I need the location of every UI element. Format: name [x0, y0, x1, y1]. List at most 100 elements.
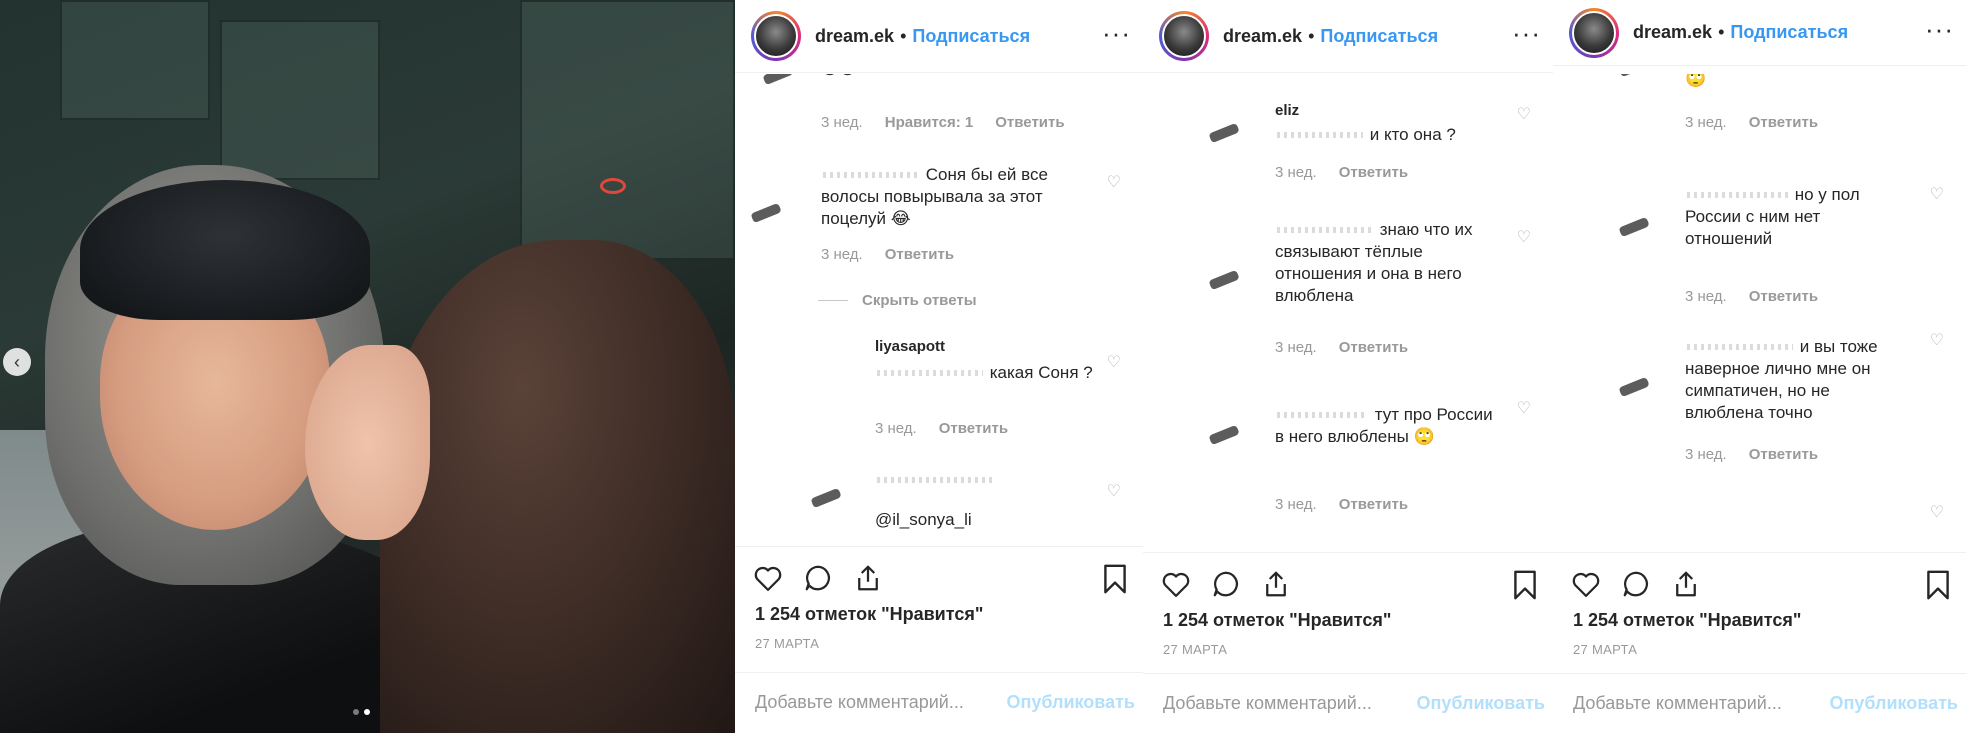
author-avatar[interactable] — [751, 11, 801, 61]
divider — [818, 300, 848, 301]
comment-icon[interactable] — [801, 561, 835, 595]
comment-text: но у пол России с ним нет отношений — [1685, 184, 1895, 250]
small-heart-icon[interactable]: ♡ — [1930, 184, 1944, 204]
header-separator: • — [1308, 25, 1315, 46]
author-avatar[interactable] — [1569, 7, 1619, 58]
comment-text: и кто она ? — [1275, 124, 1456, 146]
comment-text: знаю что их связывают тёплые отношения и… — [1275, 219, 1505, 307]
publish-button[interactable]: Опубликовать — [1829, 693, 1958, 714]
follow-button[interactable]: Подписаться — [912, 26, 1030, 47]
publish-button[interactable]: Опубликовать — [1416, 693, 1545, 714]
heart-icon[interactable] — [1159, 567, 1193, 601]
share-icon[interactable] — [851, 561, 885, 595]
comment-time[interactable]: 3 нед. — [1685, 446, 1727, 463]
commenter-avatar[interactable] — [811, 479, 847, 515]
hide-replies-button[interactable]: Скрыть ответы — [818, 292, 977, 309]
commenter-avatar[interactable] — [1209, 114, 1245, 150]
bookmark-icon[interactable] — [1926, 569, 1950, 601]
neon-sign — [600, 178, 626, 194]
carousel-prev-button[interactable]: ‹ — [3, 348, 31, 376]
carousel-dot-active[interactable] — [364, 709, 370, 715]
carousel-dot[interactable] — [353, 709, 359, 715]
comment-time[interactable]: 3 нед. — [821, 114, 863, 131]
small-heart-icon[interactable]: ♡ — [1107, 352, 1121, 372]
comment-input[interactable]: Добавьте комментарий... — [755, 692, 964, 713]
small-heart-icon[interactable]: ♡ — [1107, 172, 1121, 192]
commenter-avatar[interactable] — [1619, 74, 1655, 84]
reply-button[interactable]: Ответить — [939, 420, 1008, 437]
more-options-icon[interactable]: ··· — [1925, 14, 1954, 45]
reply-button[interactable]: Ответить — [1749, 446, 1818, 463]
share-icon[interactable] — [1669, 567, 1703, 601]
likes-count[interactable]: 1 254 отметок "Нравится" — [755, 604, 983, 625]
comment-input[interactable]: Добавьте комментарий... — [1573, 693, 1782, 714]
background-window — [60, 0, 210, 120]
bookmark-icon[interactable] — [1513, 569, 1537, 601]
publish-button[interactable]: Опубликовать — [1006, 692, 1135, 713]
author-username[interactable]: dream.ek — [815, 26, 894, 47]
commenter-avatar[interactable] — [1209, 261, 1245, 297]
commenter-avatar[interactable] — [1619, 208, 1655, 244]
reply-button[interactable]: Ответить — [1749, 114, 1818, 131]
comment-time[interactable]: 3 нед. — [821, 246, 863, 263]
comments-list: eliz и кто она ? ♡ 3 нед. Ответить знаю … — [1143, 74, 1553, 546]
commenter-avatar[interactable] — [1209, 416, 1245, 452]
comment-text: и вы тоже наверное лично мне он симпатич… — [1685, 336, 1905, 424]
follow-button[interactable]: Подписаться — [1730, 22, 1848, 43]
small-heart-icon[interactable]: ♡ — [1107, 481, 1121, 501]
reply-button[interactable]: Ответить — [885, 246, 954, 263]
more-options-icon[interactable]: ··· — [1102, 18, 1131, 49]
likes-count[interactable]: 1 254 отметок "Нравится" — [1573, 610, 1801, 631]
comment-icon[interactable] — [1209, 567, 1243, 601]
comment-time[interactable]: 3 нед. — [1275, 339, 1317, 356]
comment-meta: 3 нед. Ответить — [1685, 446, 1818, 463]
comment-text: Соня бы ей все волосы повырывала за этот… — [821, 164, 1071, 230]
reply-button[interactable]: Ответить — [1339, 496, 1408, 513]
action-buttons — [751, 561, 885, 595]
reply-button[interactable]: Ответить — [995, 114, 1064, 131]
commenter-avatar[interactable] — [751, 194, 787, 230]
comment-icon[interactable] — [1619, 567, 1653, 601]
comment-input[interactable]: Добавьте комментарий... — [1163, 693, 1372, 714]
redacted-username — [875, 472, 995, 489]
small-heart-icon[interactable]: ♡ — [1930, 502, 1944, 522]
redacted-mention — [1275, 407, 1370, 424]
reply-time[interactable]: 3 нед. — [875, 420, 917, 437]
comment-meta: 3 нед. Ответить — [821, 246, 954, 263]
heart-icon[interactable] — [751, 561, 785, 595]
author-username[interactable]: dream.ek — [1223, 26, 1302, 47]
reply-button[interactable]: Ответить — [1339, 339, 1408, 356]
comment-time[interactable]: 3 нед. — [1685, 288, 1727, 305]
comment-likes[interactable]: Нравится: 1 — [885, 114, 974, 131]
comment-time[interactable]: 3 нед. — [1685, 114, 1727, 131]
reply-mention[interactable]: @il_sonya_li — [875, 509, 972, 531]
likes-count[interactable]: 1 254 отметок "Нравится" — [1163, 610, 1391, 631]
hide-replies-label[interactable]: Скрыть ответы — [862, 292, 977, 309]
small-heart-icon[interactable]: ♡ — [1517, 227, 1531, 247]
bookmark-icon[interactable] — [1103, 563, 1127, 595]
follow-button[interactable]: Подписаться — [1320, 26, 1438, 47]
redacted-username — [821, 167, 921, 184]
commenter-avatar[interactable] — [763, 74, 799, 92]
heart-icon[interactable] — [1569, 567, 1603, 601]
commenter-avatar[interactable] — [1619, 368, 1655, 404]
author-avatar[interactable] — [1159, 11, 1209, 61]
commenter-username[interactable]: eliz — [1275, 100, 1299, 122]
reply-text: какая Соня ? — [875, 362, 1100, 384]
add-comment-bar: Добавьте комментарий... Опубликовать — [1553, 673, 1966, 733]
action-buttons — [1569, 567, 1703, 601]
author-username[interactable]: dream.ek — [1633, 22, 1712, 43]
reply-button[interactable]: Ответить — [1749, 288, 1818, 305]
comment-time[interactable]: 3 нед. — [1275, 496, 1317, 513]
reply-button[interactable]: Ответить — [1339, 164, 1408, 181]
small-heart-icon[interactable]: ♡ — [1517, 104, 1531, 124]
post-date: 27 МАРТА — [1163, 642, 1228, 657]
comment-time[interactable]: 3 нед. — [1275, 164, 1317, 181]
reply-username[interactable]: liyasapott — [875, 336, 945, 358]
more-options-icon[interactable]: ··· — [1512, 18, 1541, 49]
comment-text: тут про России в него влюблены 🙄 — [1275, 404, 1505, 448]
small-heart-icon[interactable]: ♡ — [1930, 330, 1944, 350]
redacted-mention — [1685, 187, 1790, 204]
share-icon[interactable] — [1259, 567, 1293, 601]
small-heart-icon[interactable]: ♡ — [1517, 398, 1531, 418]
